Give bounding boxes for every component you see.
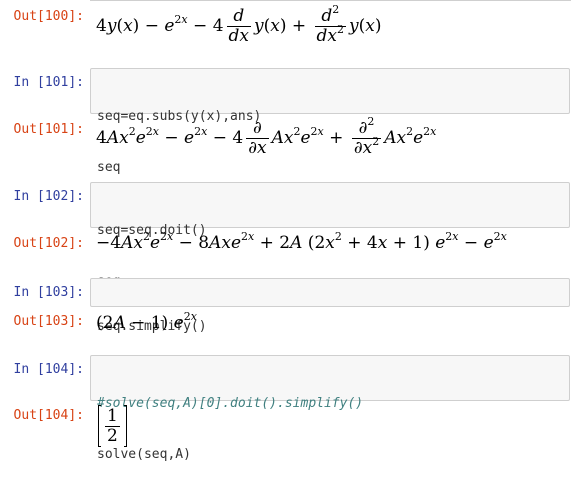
- code-line: seq: [97, 160, 121, 175]
- output-102: −4Ax2e2x − 8Axe2x + 2A (2x2 + 4x + 1) e2…: [96, 230, 507, 253]
- output-103: (2A − 1) e2x: [96, 310, 197, 333]
- code-cell-101[interactable]: seq=eq.subs(y(x),ans) seq: [90, 68, 570, 175]
- out-prompt-100: Out[100]:: [13, 9, 84, 24]
- in-prompt-102: In [102]:: [13, 189, 84, 204]
- right-bracket: [123, 405, 127, 447]
- output-104: 12: [98, 405, 127, 447]
- out-prompt-101: Out[101]:: [13, 122, 84, 137]
- code-cell-103[interactable]: seq.simplify(): [90, 278, 570, 334]
- out-prompt-102: Out[102]:: [13, 236, 84, 251]
- in-prompt-101: In [101]:: [13, 75, 84, 90]
- code-line: solve(seq,A): [97, 447, 191, 462]
- in-prompt-103: In [103]:: [13, 285, 84, 300]
- output-100: 4y(x) − e2x − 4 d dx y(x) + d2 dx2 y(x): [96, 3, 382, 46]
- output-101: 4Ax2e2x − e2x − 4 ∂ ∂x Ax2e2x + ∂2 ∂x2 Ax2e2x: [96, 115, 437, 158]
- out-prompt-104: Out[104]:: [13, 408, 84, 423]
- previous-cell-border: [90, 0, 571, 1]
- left-bracket: [98, 405, 101, 447]
- code-comment: #solve(seq,A)[0].doit().simplify(): [97, 396, 364, 411]
- out-prompt-103: Out[103]:: [13, 314, 84, 329]
- in-prompt-104: In [104]:: [13, 362, 84, 377]
- code-cell-102[interactable]: seq=seq.doit() seq: [90, 182, 570, 289]
- code-cell-104[interactable]: #solve(seq,A)[0].doit().simplify() solve…: [90, 355, 570, 462]
